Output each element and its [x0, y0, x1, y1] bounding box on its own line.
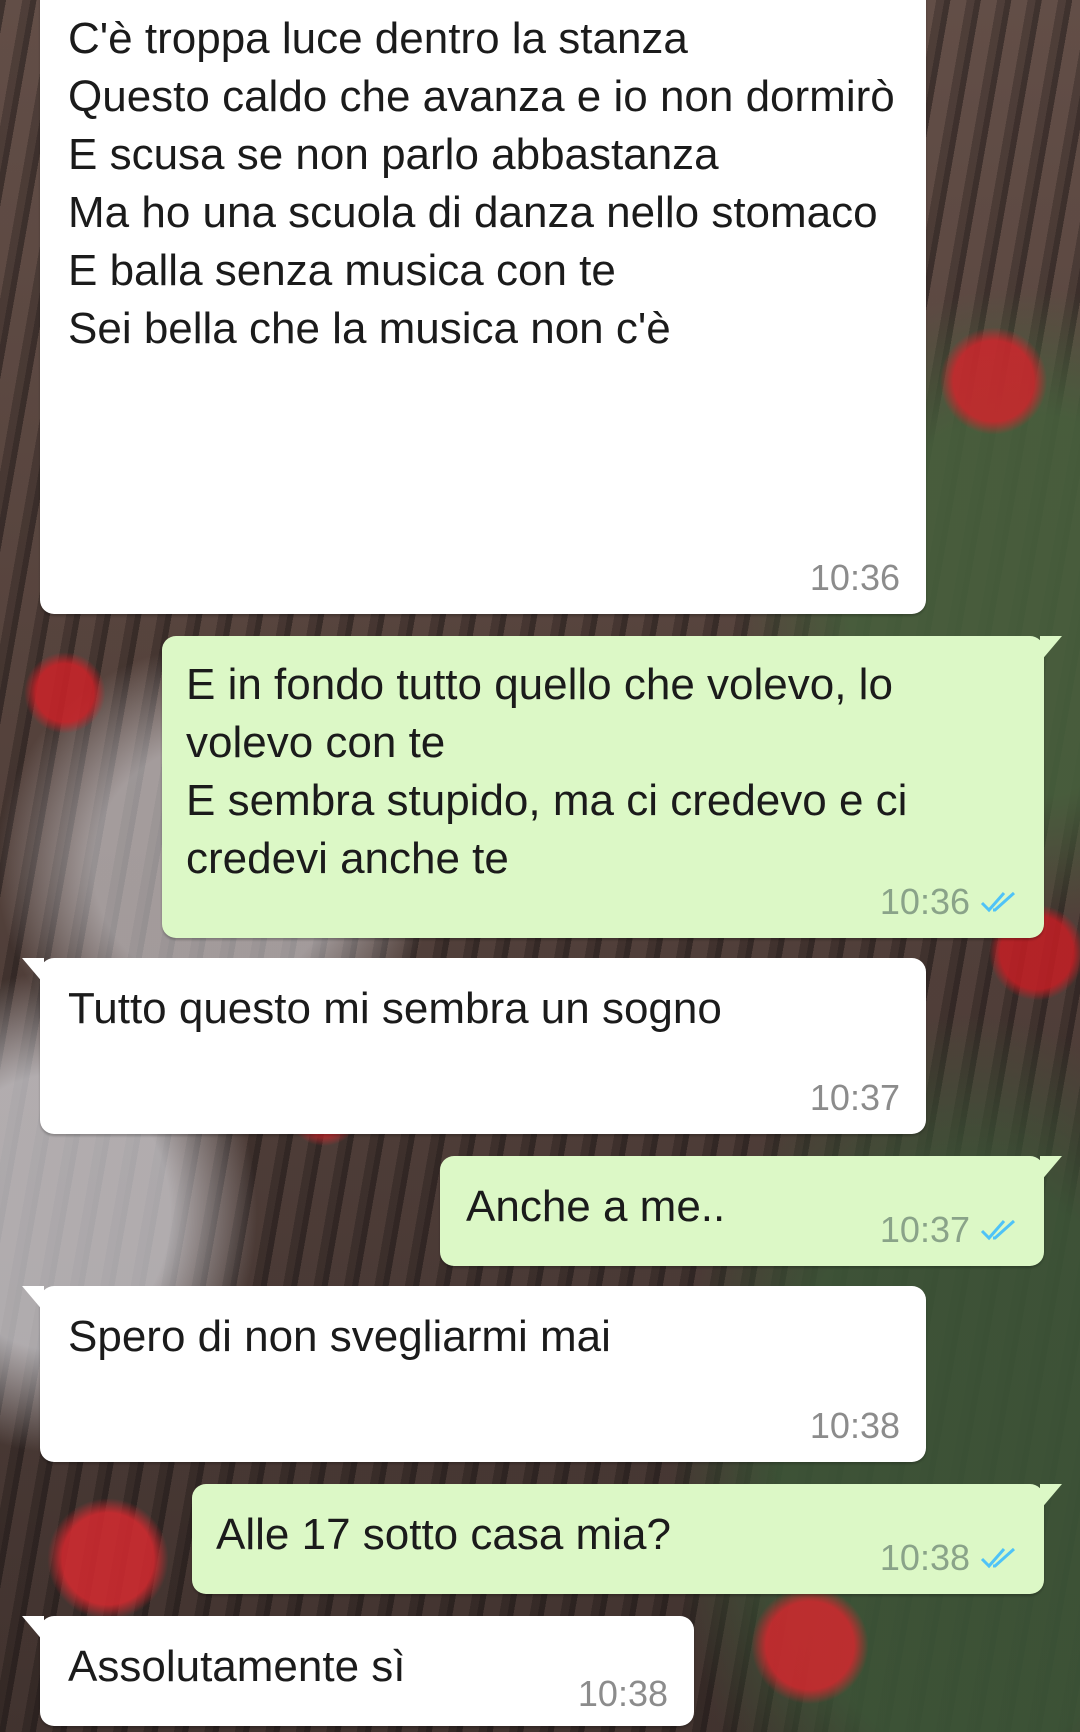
message-time: 10:36: [879, 881, 970, 922]
incoming-message[interactable]: C'è troppa luce dentro la stanza Questo …: [40, 0, 926, 614]
outgoing-message[interactable]: Anche a me.. 10:37: [440, 1156, 1062, 1266]
read-ticks-icon: [980, 1216, 1018, 1244]
message-meta: 10:38: [810, 1406, 900, 1446]
message-time: 10:37: [809, 1077, 900, 1118]
incoming-message[interactable]: Assolutamente sì 10:38: [22, 1616, 694, 1726]
read-ticks-icon: [980, 1544, 1018, 1572]
incoming-message[interactable]: Tutto questo mi sembra un sogno 10:37: [22, 958, 926, 1134]
message-text: Assolutamente sì: [68, 1642, 406, 1691]
message-time: 10:38: [577, 1673, 668, 1714]
message-text: Tutto questo mi sembra un sogno: [68, 984, 722, 1033]
message-time: 10:36: [809, 557, 900, 598]
message-text: C'è troppa luce dentro la stanza Questo …: [68, 14, 895, 353]
outgoing-message[interactable]: E in fondo tutto quello che volevo, lo v…: [162, 636, 1062, 938]
message-meta: 10:36: [880, 882, 1018, 922]
message-meta: 10:37: [880, 1210, 1018, 1250]
message-meta: 10:37: [810, 1078, 900, 1118]
message-text: Spero di non svegliarmi mai: [68, 1312, 611, 1361]
message-meta: 10:38: [880, 1538, 1018, 1578]
read-ticks-icon: [980, 888, 1018, 916]
message-text: E in fondo tutto quello che volevo, lo v…: [186, 660, 908, 883]
message-time: 10:37: [879, 1209, 970, 1250]
outgoing-message[interactable]: Alle 17 sotto casa mia? 10:38: [192, 1484, 1062, 1594]
message-time: 10:38: [879, 1537, 970, 1578]
message-meta: 10:38: [578, 1674, 668, 1714]
incoming-message[interactable]: Spero di non svegliarmi mai 10:38: [22, 1286, 926, 1462]
message-meta: 10:36: [810, 558, 900, 598]
message-time: 10:38: [809, 1405, 900, 1446]
